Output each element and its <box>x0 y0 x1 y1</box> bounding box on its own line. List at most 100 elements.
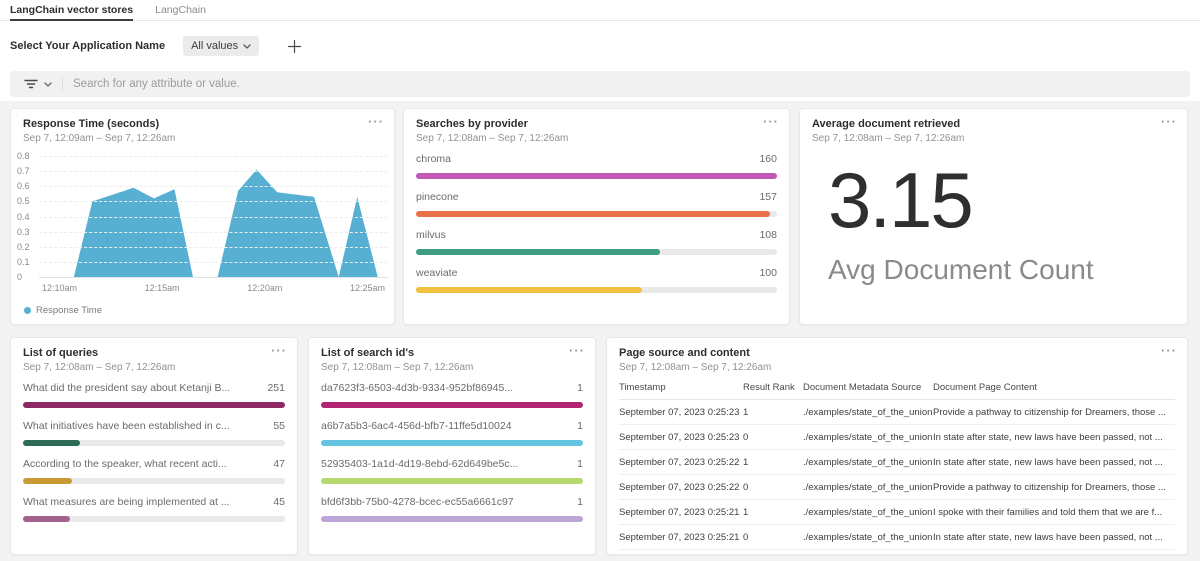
area-chart-plot[interactable] <box>39 156 388 277</box>
y-axis: 00.10.20.30.40.50.60.70.8 <box>17 156 37 277</box>
bar-fill <box>416 287 642 293</box>
table-row[interactable]: September 07, 2023 0:25:230./examples/st… <box>619 425 1175 450</box>
bar-list-row[interactable]: What did the president say about Ketanji… <box>23 382 285 408</box>
bar-fill <box>23 402 285 408</box>
table-row[interactable]: September 07, 2023 0:25:211./examples/st… <box>619 500 1175 525</box>
table-cell: ./examples/state_of_the_union.txt <box>803 500 933 525</box>
bar-list-row[interactable]: milvus108 <box>416 229 777 255</box>
chevron-down-icon[interactable] <box>44 82 52 87</box>
panel-menu-button[interactable]: ··· <box>763 115 779 128</box>
bar-fill <box>23 516 70 522</box>
bar-list-row[interactable]: What initiatives have been established i… <box>23 420 285 446</box>
table-cell: In state after state, new laws have been… <box>933 450 1175 475</box>
legend-dot-icon <box>24 307 31 314</box>
bar-list-row-header: What measures are being implemented at .… <box>23 496 285 508</box>
bar-list-row[interactable]: chroma160 <box>416 153 777 179</box>
column-header[interactable]: Document Page Content <box>933 376 1175 400</box>
bar-track <box>416 287 777 293</box>
y-axis-tick-label: 0.5 <box>17 196 30 206</box>
bar-list-row[interactable]: pinecone157 <box>416 191 777 217</box>
table-row[interactable]: September 07, 2023 0:25:231./examples/st… <box>619 400 1175 425</box>
table-row[interactable]: September 07, 2023 0:25:210./examples/st… <box>619 525 1175 550</box>
panel-time-range: Sep 7, 12:08am – Sep 7, 12:26am <box>23 362 285 373</box>
bar-list-row[interactable]: bfd6f3bb-75b0-4278-bcec-ec55a6661c971 <box>321 496 583 522</box>
bar-track <box>23 402 285 408</box>
table-cell: Provide a pathway to citizenship for Dre… <box>933 475 1175 500</box>
provider-bar-list: chroma160 pinecone157 milvus108 weaviate100 <box>416 153 777 305</box>
bar-track <box>321 440 583 446</box>
filter-icon[interactable] <box>24 78 38 90</box>
panel-header: Searches by provider Sep 7, 12:08am – Se… <box>404 109 789 144</box>
tab-langchain[interactable]: LangChain <box>155 0 206 20</box>
column-header[interactable]: Result Rank <box>743 376 803 400</box>
panel-menu-button[interactable]: ··· <box>569 344 585 357</box>
column-header[interactable]: Timestamp <box>619 376 743 400</box>
chart-legend[interactable]: Response Time <box>24 305 102 316</box>
panel-response-time: Response Time (seconds) Sep 7, 12:09am –… <box>10 108 395 325</box>
bar-list-label: a6b7a5b3-6ac4-456d-bfb7-11ffe5d10024 <box>321 420 522 432</box>
search-divider <box>62 77 63 91</box>
bar-fill <box>416 249 660 255</box>
gridline <box>39 156 388 157</box>
gridline <box>39 171 388 172</box>
x-axis-tick-label: 12:10am <box>42 283 77 293</box>
template-variable-row: Select Your Application Name All values <box>0 21 1200 71</box>
gridline <box>39 247 388 248</box>
table-cell: 1 <box>743 500 803 525</box>
bar-list-row[interactable]: da7623f3-6503-4d3b-9334-952bf86945...1 <box>321 382 583 408</box>
bar-list-row[interactable]: What measures are being implemented at .… <box>23 496 285 522</box>
panel-time-range: Sep 7, 12:08am – Sep 7, 12:26am <box>416 133 777 144</box>
bar-list-value: 1 <box>577 382 583 394</box>
bar-list-row-header: What initiatives have been established i… <box>23 420 285 432</box>
add-template-variable-button[interactable] <box>287 39 302 54</box>
dashboard-app: LangChain vector stores LangChain Select… <box>0 0 1200 561</box>
bar-list-value: 45 <box>273 496 285 508</box>
bar-list-row[interactable]: 52935403-1a1d-4d19-8ebd-62d649be5c...1 <box>321 458 583 484</box>
top-bar: LangChain vector stores LangChain Select… <box>0 0 1200 101</box>
table-cell: ./examples/state_of_the_union.txt <box>803 475 933 500</box>
bar-list-row-header: a6b7a5b3-6ac4-456d-bfb7-11ffe5d100241 <box>321 420 583 432</box>
panel-menu-button[interactable]: ··· <box>368 115 384 128</box>
table-row[interactable]: September 07, 2023 0:25:221./examples/st… <box>619 450 1175 475</box>
bar-fill <box>321 516 583 522</box>
table-cell: Provide a pathway to citizenship for Dre… <box>933 400 1175 425</box>
bar-list-value: 1 <box>577 458 583 470</box>
panel-menu-button[interactable]: ··· <box>1161 115 1177 128</box>
panel-title: List of queries <box>23 347 285 359</box>
bar-track <box>416 249 777 255</box>
bar-fill <box>321 402 583 408</box>
bar-list-row[interactable]: a6b7a5b3-6ac4-456d-bfb7-11ffe5d100241 <box>321 420 583 446</box>
panel-title: List of search id's <box>321 347 583 359</box>
x-axis-tick-label: 12:25am <box>350 283 385 293</box>
gridline <box>39 232 388 233</box>
bar-list-label: pinecone <box>416 191 469 203</box>
application-name-select[interactable]: All values <box>183 36 259 56</box>
panel-menu-button[interactable]: ··· <box>271 344 287 357</box>
column-header[interactable]: Document Metadata Source <box>803 376 933 400</box>
panel-page-source-and-content: Page source and content Sep 7, 12:08am –… <box>606 337 1188 555</box>
bar-track <box>321 402 583 408</box>
bar-track <box>321 478 583 484</box>
panel-title: Searches by provider <box>416 118 777 130</box>
panel-menu-button[interactable]: ··· <box>1161 344 1177 357</box>
bar-list-value: 55 <box>273 420 285 432</box>
search-bar[interactable] <box>10 71 1190 97</box>
bar-list-row[interactable]: According to the speaker, what recent ac… <box>23 458 285 484</box>
bar-list-label: milvus <box>416 229 456 241</box>
table-cell: 0 <box>743 525 803 550</box>
panel-list-of-search-ids: List of search id's Sep 7, 12:08am – Sep… <box>308 337 596 555</box>
table-row[interactable]: September 07, 2023 0:25:220./examples/st… <box>619 475 1175 500</box>
y-axis-tick-label: 0.1 <box>17 257 30 267</box>
panel-searches-by-provider: Searches by provider Sep 7, 12:08am – Se… <box>403 108 790 325</box>
chevron-down-icon <box>243 44 251 49</box>
search-input[interactable] <box>73 78 1190 90</box>
bar-list-label: What measures are being implemented at .… <box>23 496 240 508</box>
page-source-table-wrap: TimestampResult RankDocument Metadata So… <box>619 376 1175 553</box>
bar-list-row[interactable]: weaviate100 <box>416 267 777 293</box>
panel-header: List of search id's Sep 7, 12:08am – Sep… <box>309 338 595 373</box>
panel-title: Average document retrieved <box>812 118 1175 130</box>
bar-list-value: 100 <box>759 267 777 279</box>
panel-header: Page source and content Sep 7, 12:08am –… <box>607 338 1187 373</box>
bar-list-label: What initiatives have been established i… <box>23 420 240 432</box>
tab-langchain-vector-stores[interactable]: LangChain vector stores <box>10 0 133 20</box>
